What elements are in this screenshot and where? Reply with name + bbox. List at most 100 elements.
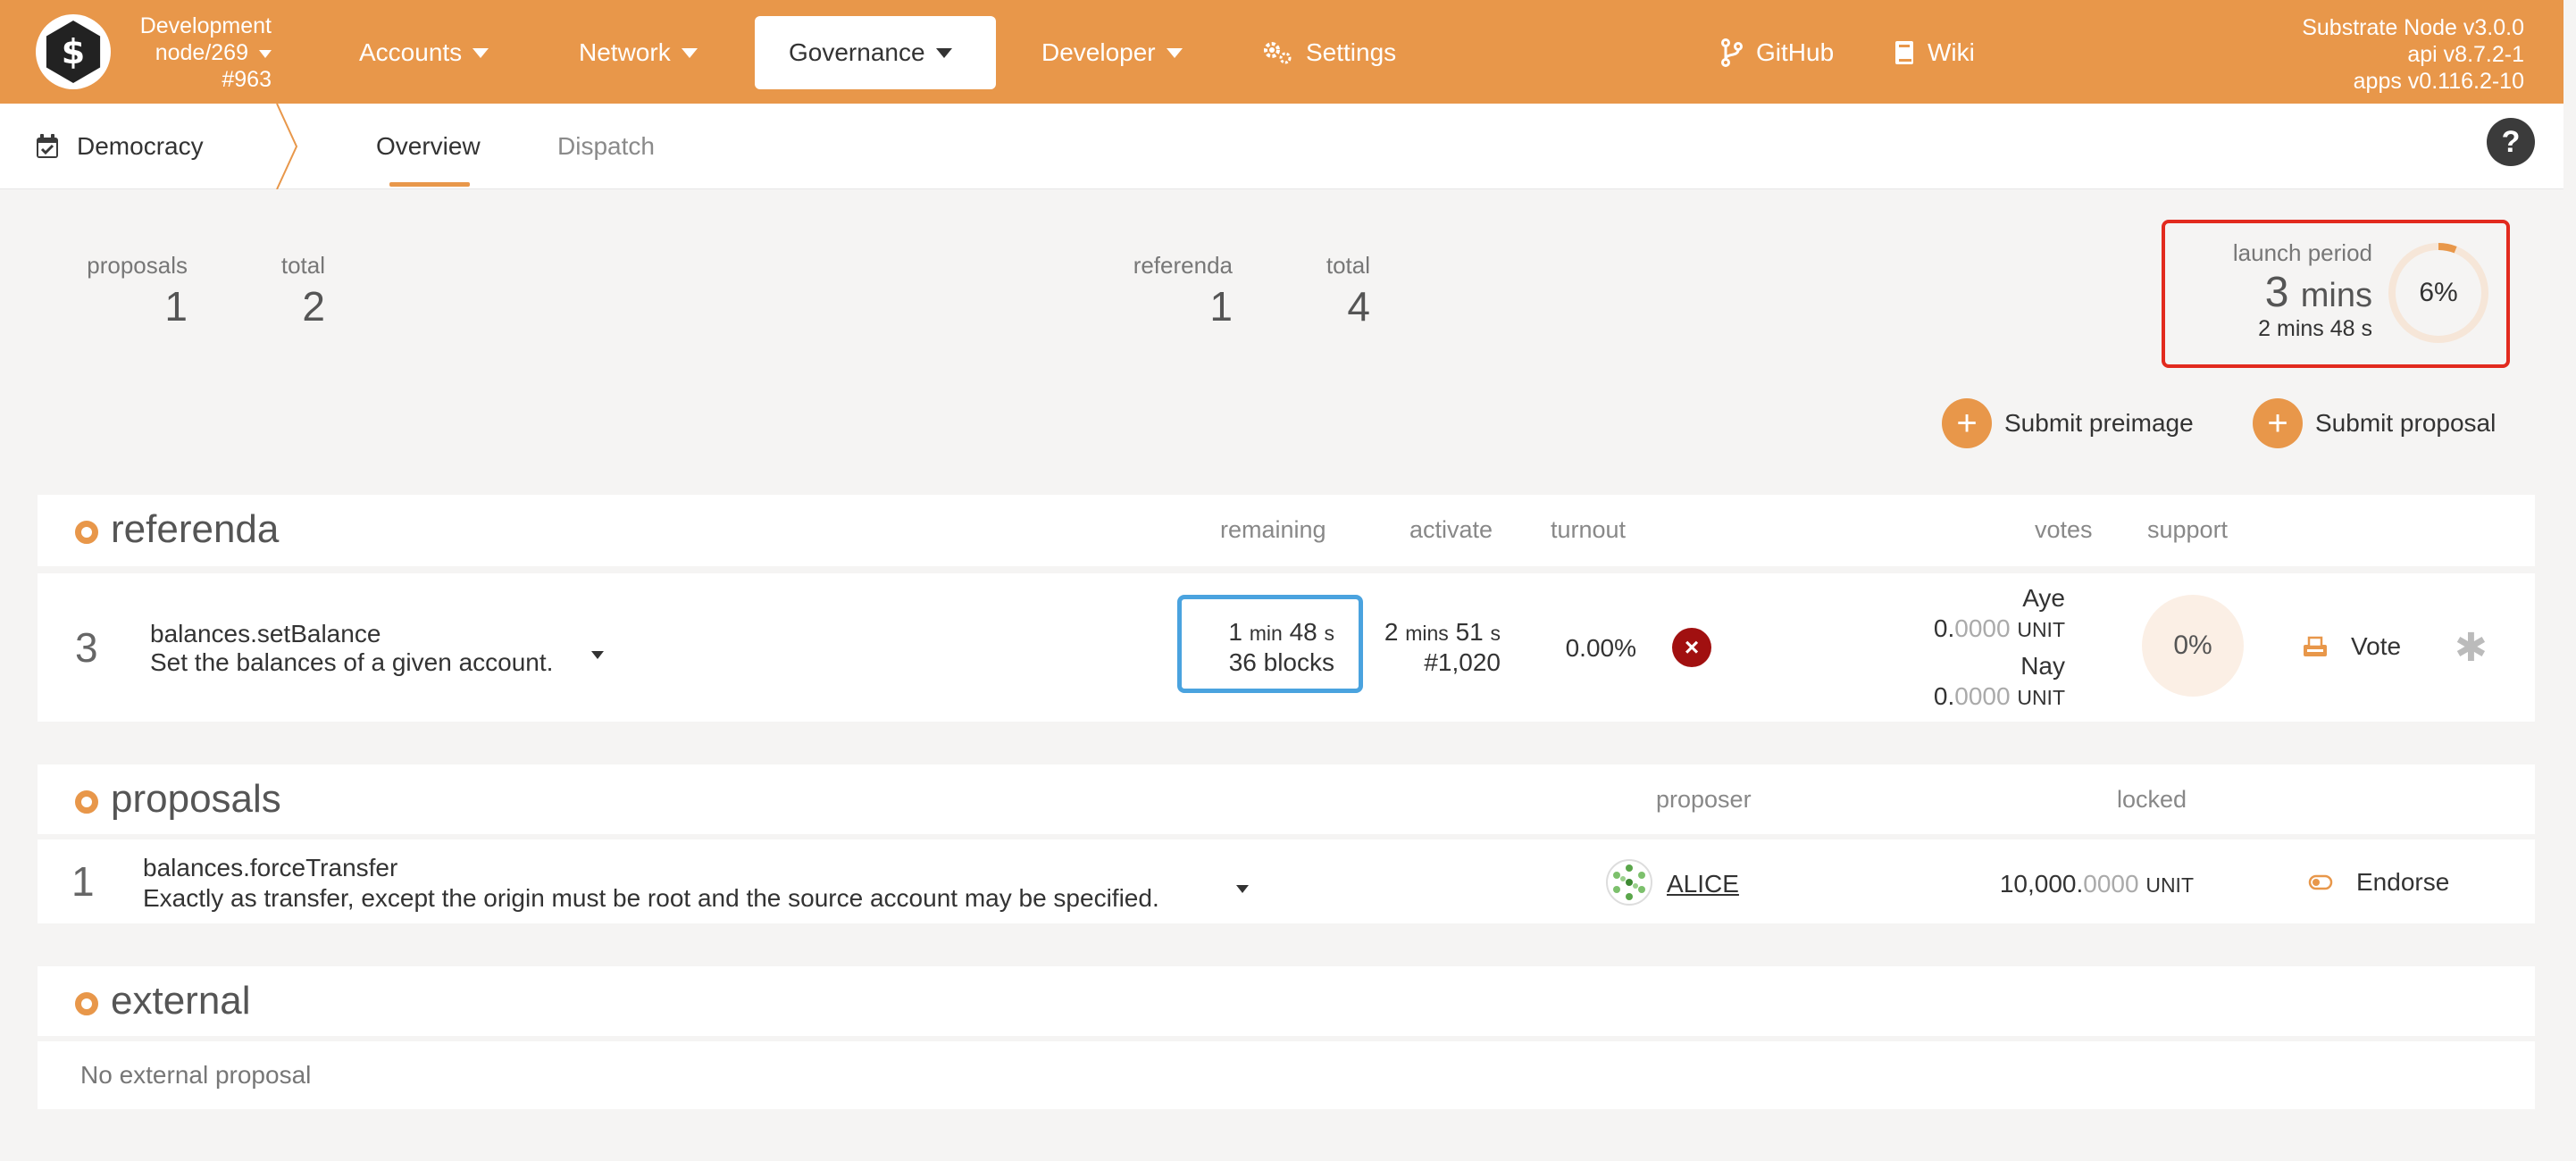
expand-details-button[interactable] [591,639,604,668]
turnout-value: 0.00% [1565,634,1636,662]
remaining-min-value: 1 [1228,618,1242,646]
nav-settings[interactable]: Settings [1227,16,1430,89]
nav-network[interactable]: Network [545,16,732,89]
expand-details-button[interactable] [1236,873,1249,902]
column-activate: activate [1409,516,1493,543]
breadcrumb-democracy: Democracy [77,132,204,160]
external-section-title: external [75,979,251,1023]
proposal-index: 1 [71,858,95,905]
aye-unit: UNIT [2017,618,2065,641]
nay-amount-dec: 0000 [1954,682,2011,710]
nav-label: Governance [789,38,925,66]
chevron-down-icon [1166,47,1183,58]
proposal-description: Exactly as transfer, except the origin m… [143,884,1159,912]
active-tab-indicator [389,182,470,187]
activate-sec-value: 51 [1455,618,1484,646]
remaining-blocks: 36 blocks [1228,648,1334,676]
breadcrumb-chevron-icon [276,104,298,189]
breadcrumb: Democracy [36,104,204,189]
help-icon[interactable]: ? [2487,118,2535,166]
chain-selector[interactable]: Development node/269 #963 [120,13,272,93]
activate-time: 2 mins 51 s [1376,618,1501,647]
external-empty-row [38,1041,2535,1109]
proposer-avatar [1606,859,1652,906]
block-number: #963 [222,67,272,92]
nav-label: Accounts [359,38,463,66]
referenda-title-text: referenda [111,507,280,551]
launch-progress-percent: 6% [2419,278,2458,307]
external-header [38,966,2535,1036]
chevron-down-icon [681,47,698,58]
asterisk-icon[interactable]: ✱ [2455,625,2488,671]
referenda-total-label: total [1326,252,1370,279]
submit-proposal-label: Submit proposal [2315,409,2497,437]
tab-dispatch[interactable]: Dispatch [557,104,655,189]
aye-label: Aye [2022,584,2065,612]
referendum-index: 3 [75,624,98,671]
nav-wiki[interactable]: Wiki [1860,16,2009,89]
column-support: support [2147,516,2229,543]
nay-unit: UNIT [2017,686,2065,709]
submit-proposal-button[interactable]: + Submit proposal [2253,398,2496,448]
column-votes: votes [2035,516,2093,543]
launch-period-unit: mins [2300,277,2372,314]
chevron-down-icon [473,47,489,58]
locked-amount-dec: 0000 [2083,870,2139,898]
locked-unit: UNIT [2145,873,2194,897]
proposals-total-label: total [280,252,325,279]
aye-amount: 0.0000 UNIT [1894,614,2065,643]
referenda-label: referenda [1133,252,1233,279]
version-info: Substrate Node v3.0.0 api v8.7.2-1 apps … [2302,14,2524,95]
substrate-logo[interactable]: $ [36,14,111,89]
nav-developer[interactable]: Developer [1008,16,1217,89]
nay-amount: 0.0000 UNIT [1894,682,2065,711]
activate-min-unit: mins [1405,622,1449,645]
proposer-link[interactable]: ALICE [1667,870,1739,898]
launch-period-value: 3 mins [2179,268,2372,317]
tab-overview[interactable]: Overview [376,104,481,189]
nay-amount-int: 0. [1933,682,1955,710]
proposals-section-title: proposals [75,777,281,822]
submit-preimage-button[interactable]: + Submit preimage [1942,398,2194,448]
nav-github[interactable]: GitHub [1686,16,1868,89]
proposals-label: proposals [87,252,188,279]
chevron-down-icon [1236,885,1249,894]
launch-period-number: 3 [2264,269,2289,316]
activate-min-value: 2 [1384,618,1399,646]
remaining-sec-unit: s [1324,622,1335,645]
gears-icon [1261,39,1293,66]
proposals-count: 1 [164,283,188,330]
column-turnout: turnout [1551,516,1627,543]
section-bullet-icon [75,521,98,544]
referenda-section-title: referenda [75,507,279,552]
substrate-logo-icon: $ [61,32,86,71]
support-gauge: 0% [2142,595,2244,697]
column-locked: locked [2117,786,2187,813]
nav-accounts[interactable]: Accounts [325,16,523,89]
locked-amount: 10,000.0000 UNIT [1938,870,2194,898]
column-remaining: remaining [1220,516,1326,543]
column-proposer: proposer [1656,786,1752,813]
activate-sec-unit: s [1490,622,1501,645]
nav-governance[interactable]: Governance [755,16,996,89]
plus-icon: + [1942,398,1992,448]
book-icon [1894,39,1915,66]
nav-label: Wiki [1928,38,1975,66]
launch-period-label: launch period [2232,239,2372,266]
external-title-text: external [111,979,251,1023]
chevron-down-icon [259,49,272,58]
vote-button[interactable]: Vote [2303,632,2401,661]
api-version: api v8.7.2-1 [2407,42,2524,67]
referendum-description: Set the balances of a given account. [150,648,554,676]
launch-progress-ring: 6% [2387,241,2490,345]
vote-label: Vote [2351,632,2402,660]
proposal-method: balances.forceTransfer [143,854,398,881]
remaining-time: 1 min 48 s [1188,618,1334,647]
no-external-proposal-text: No external proposal [80,1061,312,1089]
proposals-title-text: proposals [111,777,281,821]
nay-label: Nay [2020,652,2065,680]
apps-version: apps v0.116.2-10 [2353,69,2524,94]
nav-label: Network [579,38,671,66]
endorse-button[interactable]: Endorse [2308,868,2449,897]
section-tabs-bar: Democracy Overview Dispatch [0,104,2563,189]
